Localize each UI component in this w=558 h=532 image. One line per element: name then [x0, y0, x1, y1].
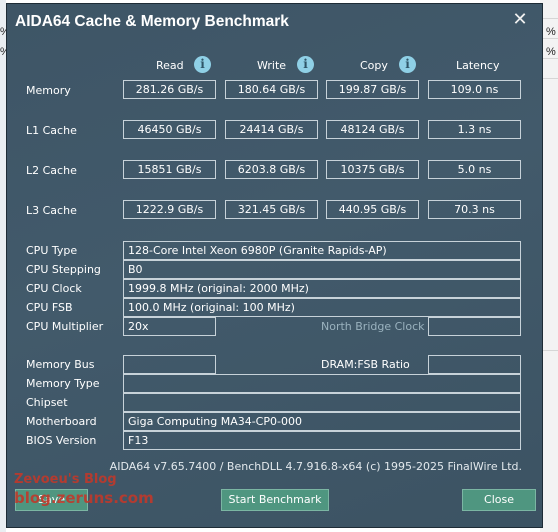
l2-write-value: 6203.8 GB/s: [225, 160, 318, 179]
row-label-l3: L3 Cache: [26, 204, 77, 217]
l3-copy-value: 440.95 GB/s: [326, 200, 419, 219]
row-label-l2: L2 Cache: [26, 164, 77, 177]
column-latency: Latency: [456, 59, 500, 72]
north-bridge-clock-field: [428, 317, 521, 336]
motherboard-field: Giga Computing MA34-CP0-000: [123, 412, 521, 431]
l1-latency-value: 1.3 ns: [428, 120, 521, 139]
memory-write-value: 180.64 GB/s: [225, 80, 318, 99]
memory-read-value: 281.26 GB/s: [123, 80, 216, 99]
cpu-clock-label: CPU Clock: [26, 282, 82, 295]
cpu-fsb-label: CPU FSB: [26, 301, 73, 314]
background-cell: %: [546, 26, 556, 38]
bios-version-field: F13: [123, 431, 521, 450]
dram-fsb-ratio-field: [428, 355, 521, 374]
column-write: Write: [257, 59, 287, 72]
title-bar[interactable]: AIDA64 Cache & Memory Benchmark ✕: [7, 4, 542, 38]
info-icon-write[interactable]: i: [297, 56, 314, 73]
watermark-line2: blog.zeruns.com: [14, 489, 154, 507]
column-copy: Copy: [360, 59, 388, 72]
memory-type-label: Memory Type: [26, 377, 100, 390]
cpu-multiplier-label: CPU Multiplier: [26, 320, 104, 333]
l1-write-value: 24414 GB/s: [225, 120, 318, 139]
column-read: Read: [156, 59, 184, 72]
cpu-multiplier-field: 20x: [123, 317, 216, 336]
version-footer: AIDA64 v7.65.7400 / BenchDLL 4.7.916.8-x…: [109, 460, 522, 473]
row-label-memory: Memory: [26, 84, 71, 97]
l1-copy-value: 48124 GB/s: [326, 120, 419, 139]
close-button[interactable]: Close: [462, 489, 536, 511]
background-cell: %: [546, 46, 556, 58]
benchmark-window: AIDA64 Cache & Memory Benchmark ✕ Read i…: [6, 3, 543, 528]
north-bridge-clock-label: North Bridge Clock: [321, 320, 425, 333]
l2-read-value: 15851 GB/s: [123, 160, 216, 179]
l3-read-value: 1222.9 GB/s: [123, 200, 216, 219]
info-icon-read[interactable]: i: [194, 56, 211, 73]
window-title: AIDA64 Cache & Memory Benchmark: [15, 13, 289, 30]
motherboard-label: Motherboard: [26, 415, 97, 428]
l1-read-value: 46450 GB/s: [123, 120, 216, 139]
start-benchmark-button[interactable]: Start Benchmark: [221, 489, 329, 511]
bios-version-label: BIOS Version: [26, 434, 97, 447]
l3-write-value: 321.45 GB/s: [225, 200, 318, 219]
info-icon-copy[interactable]: i: [399, 56, 416, 73]
l2-copy-value: 10375 GB/s: [326, 160, 419, 179]
chipset-label: Chipset: [26, 396, 68, 409]
cpu-fsb-field: 100.0 MHz (original: 100 MHz): [123, 298, 521, 317]
row-label-l1: L1 Cache: [26, 124, 77, 137]
memory-bus-field: [123, 355, 216, 374]
dram-fsb-ratio-label: DRAM:FSB Ratio: [321, 358, 410, 371]
cpu-stepping-label: CPU Stepping: [26, 263, 101, 276]
close-icon[interactable]: ✕: [508, 8, 532, 32]
memory-latency-value: 109.0 ns: [428, 80, 521, 99]
cpu-clock-field: 1999.8 MHz (original: 2000 MHz): [123, 279, 521, 298]
memory-type-field: [123, 374, 521, 393]
l3-latency-value: 70.3 ns: [428, 200, 521, 219]
cpu-type-label: CPU Type: [26, 244, 78, 257]
cpu-stepping-field: B0: [123, 260, 521, 279]
memory-copy-value: 199.87 GB/s: [326, 80, 419, 99]
watermark-line1: Zevoeu's Blog: [14, 472, 117, 487]
l2-latency-value: 5.0 ns: [428, 160, 521, 179]
chipset-field: [123, 393, 521, 412]
cpu-type-field: 128-Core Intel Xeon 6980P (Granite Rapid…: [123, 241, 521, 260]
memory-bus-label: Memory Bus: [26, 358, 95, 371]
